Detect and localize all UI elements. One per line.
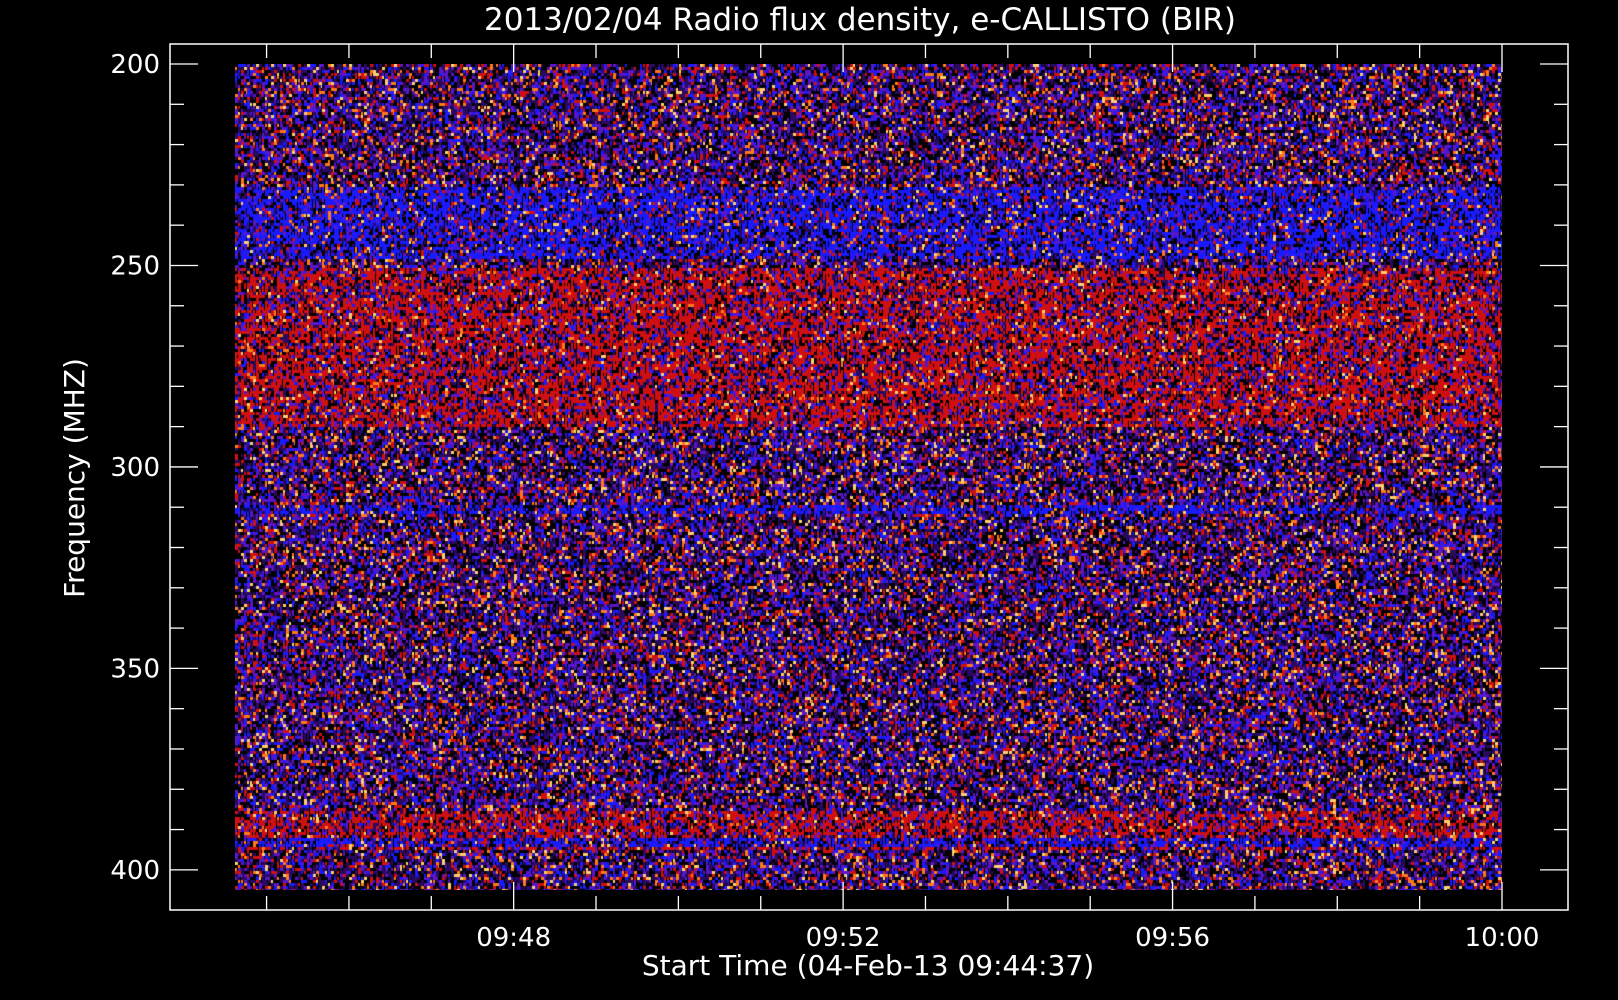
x-tick-label: 10:00: [1465, 923, 1540, 953]
y-tick-label: 200: [110, 50, 160, 80]
spectrogram-heatmap: [235, 64, 1502, 890]
y-tick-label: 250: [110, 251, 160, 281]
y-tick-label: 400: [110, 856, 160, 886]
y-tick-label: 300: [110, 453, 160, 483]
chart-title: 2013/02/04 Radio flux density, e-CALLIST…: [484, 2, 1236, 38]
x-tick-label: 09:56: [1135, 923, 1210, 953]
x-tick-label: 09:48: [476, 923, 551, 953]
spectrogram-image: [235, 64, 1502, 890]
y-axis-label: Frequency (MHZ): [58, 358, 91, 598]
x-axis-label: Start Time (04-Feb-13 09:44:37): [642, 949, 1094, 982]
y-tick-label: 350: [110, 654, 160, 684]
y-tick-labels: 200 250 300 350 400: [110, 50, 160, 886]
spectrogram-chart: 2013/02/04 Radio flux density, e-CALLIST…: [58, 2, 1569, 982]
